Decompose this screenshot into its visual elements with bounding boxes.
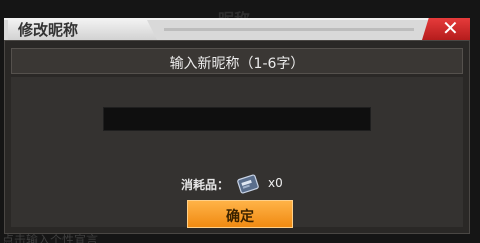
game-screen: 昵称 地区 性别 点击输入个性宣言 修改昵称 ✕ 输入新昵称（1-6字） 消耗品… <box>0 0 480 243</box>
close-icon: ✕ <box>442 16 459 40</box>
nickname-prompt: 输入新昵称（1-6字） <box>169 56 305 72</box>
consumable-count: x0 <box>268 176 283 190</box>
confirm-button-label: 确定 <box>226 209 254 225</box>
title-bar-stripe <box>164 28 414 31</box>
prompt-bar: 输入新昵称（1-6字） <box>11 48 463 74</box>
close-button[interactable]: ✕ <box>422 18 470 40</box>
dialog-content: 消耗品： x0 确定 <box>11 77 463 228</box>
dialog-panel: 输入新昵称（1-6字） 消耗品： x0 确定 <box>4 40 470 234</box>
rename-card-icon <box>237 173 259 195</box>
dialog-title: 修改昵称 <box>18 21 79 39</box>
consumable-label: 消耗品： <box>181 178 230 192</box>
rename-dialog: 修改昵称 ✕ 输入新昵称（1-6字） 消耗品： x0 确定 <box>4 18 470 234</box>
consumable-row: 消耗品： x0 <box>11 173 463 195</box>
confirm-button[interactable]: 确定 <box>187 200 293 228</box>
nickname-input[interactable] <box>103 107 371 131</box>
